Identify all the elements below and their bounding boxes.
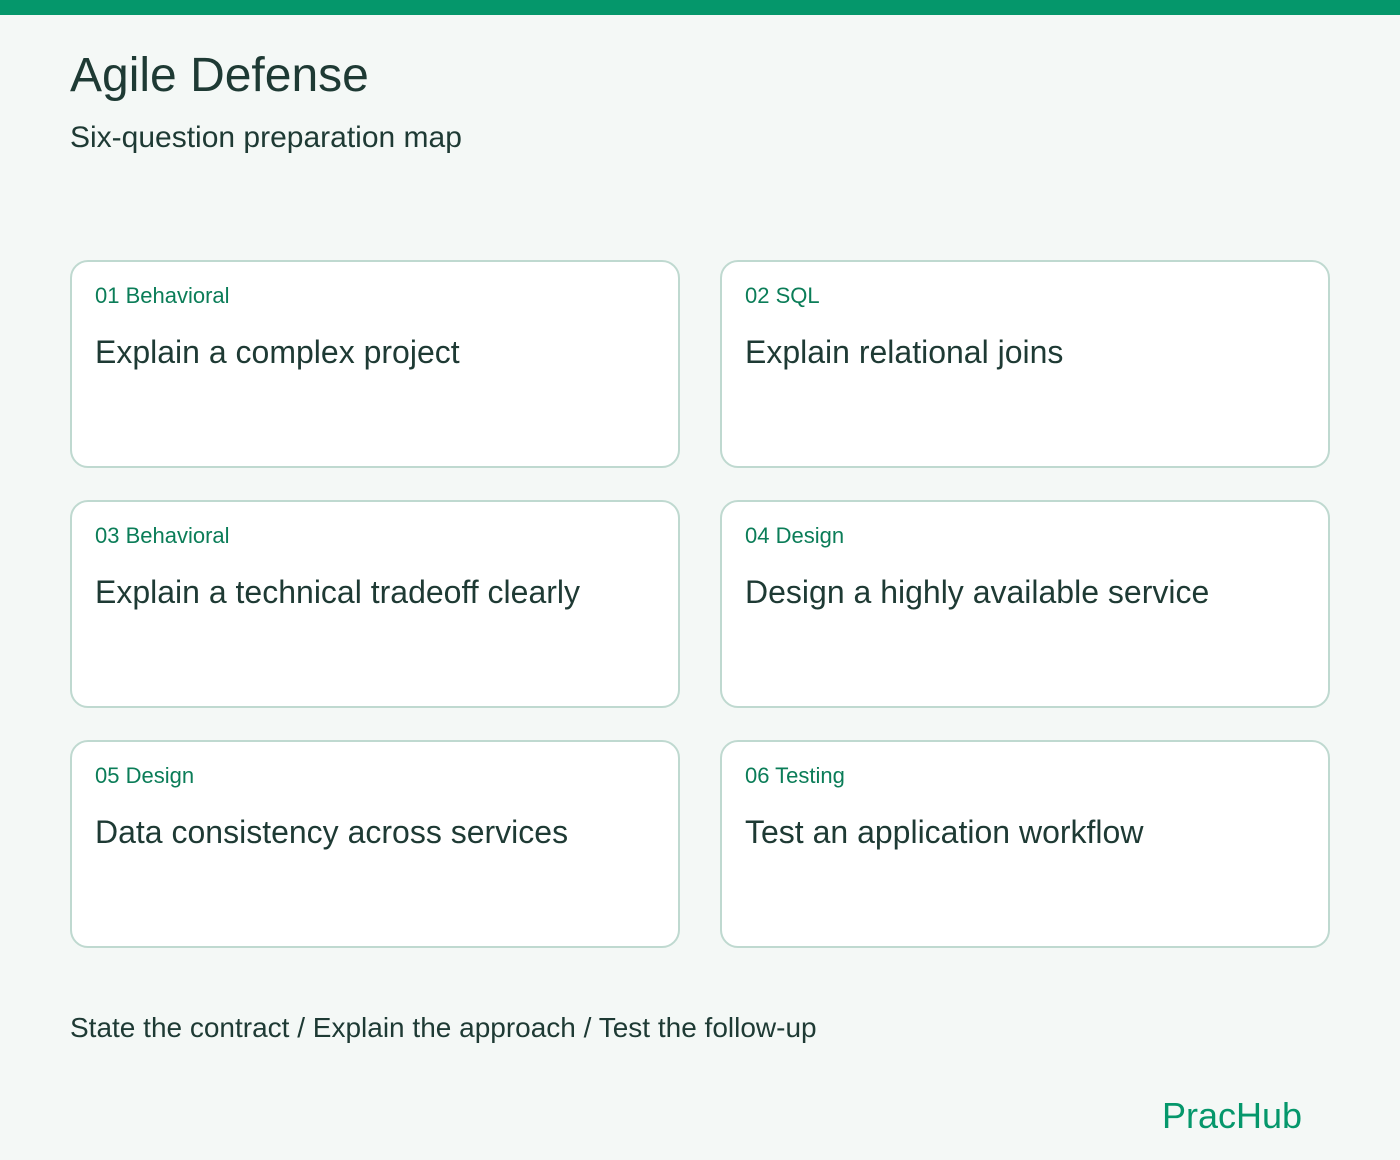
footer-note: State the contract / Explain the approac… (70, 1012, 817, 1043)
question-card-tag: 01 Behavioral (95, 283, 230, 308)
question-card-tag: 02 SQL (745, 283, 820, 308)
question-card-5[interactable]: 05 Design Data consistency across servic… (70, 740, 680, 948)
question-card-title: Test an application workflow (745, 814, 1144, 850)
question-card-tag: 06 Testing (745, 763, 845, 788)
page-title: Agile Defense (70, 49, 369, 102)
question-card-title: Explain a technical tradeoff clearly (95, 574, 581, 610)
question-card-title: Design a highly available service (745, 574, 1210, 610)
page-subtitle: Six-question preparation map (70, 121, 462, 154)
question-card-1[interactable]: 01 Behavioral Explain a complex project (70, 260, 680, 468)
question-card-3[interactable]: 03 Behavioral Explain a technical tradeo… (70, 500, 680, 708)
question-card-2[interactable]: 02 SQL Explain relational joins (720, 260, 1330, 468)
question-card-title: Explain a complex project (95, 334, 460, 370)
question-card-grid: 01 Behavioral Explain a complex project … (70, 260, 1330, 948)
question-card-tag: 05 Design (95, 763, 195, 788)
question-card-title: Data consistency across services (95, 814, 569, 850)
question-card-tag: 03 Behavioral (95, 523, 230, 548)
question-card-title: Explain relational joins (745, 334, 1064, 370)
top-accent-bar (0, 0, 1400, 15)
question-card-tag: 04 Design (745, 523, 845, 548)
question-card-6[interactable]: 06 Testing Test an application workflow (720, 740, 1330, 948)
brand-logo-text: PracHub (1161, 1095, 1302, 1136)
question-card-4[interactable]: 04 Design Design a highly available serv… (720, 500, 1330, 708)
